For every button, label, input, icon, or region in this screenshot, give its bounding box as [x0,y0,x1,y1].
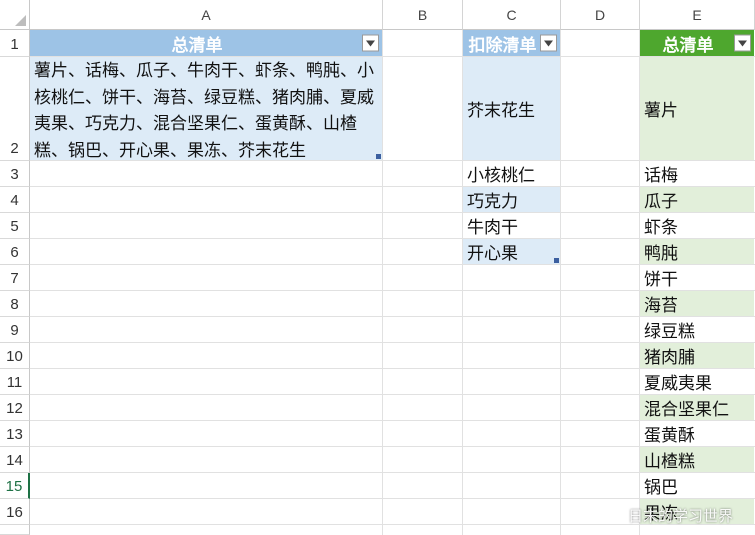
row-header-6[interactable]: 6 [0,239,30,265]
result-list-item[interactable]: 饼干 [640,265,754,290]
row-header-12[interactable]: 12 [0,395,30,421]
row-header-13[interactable]: 13 [0,421,30,447]
row-header-15[interactable]: 15 [0,473,30,499]
deduct-list-item[interactable]: 牛肉干 [463,213,560,238]
row-header-8[interactable]: 8 [0,291,30,317]
deduct-list-header-cell[interactable]: 扣除清单 [463,30,560,56]
result-list-item[interactable]: 锅巴 [640,473,754,498]
result-list-item[interactable]: 山楂糕 [640,447,754,472]
column-header-c[interactable]: C [463,0,561,30]
result-list-item[interactable]: 瓜子 [640,187,754,212]
total-list-content-cell[interactable]: 薯片、话梅、瓜子、牛肉干、虾条、鸭肫、小核桃仁、饼干、海苔、绿豆糕、猪肉脯、夏威… [30,57,382,160]
filter-dropdown-icon[interactable] [362,34,379,52]
result-list-item[interactable]: 虾条 [640,213,754,238]
filter-dropdown-icon[interactable] [540,34,557,52]
result-list-header-label: 总清单 [662,35,714,56]
column-header-d[interactable]: D [561,0,640,30]
deduct-list-item[interactable]: 巧克力 [463,187,560,212]
table-resize-handle-icon[interactable] [554,258,559,263]
gridline-vertical [382,30,383,535]
select-all-triangle-icon [15,15,26,26]
gridline-vertical [560,30,561,535]
row-header-3[interactable]: 3 [0,161,30,187]
row-header-4[interactable]: 4 [0,187,30,213]
row-header-2[interactable]: 2 [0,57,30,161]
row-header-1[interactable]: 1 [0,30,30,57]
column-header-e[interactable]: E [640,0,755,30]
filter-dropdown-icon[interactable] [734,34,751,52]
row-header-16[interactable]: 16 [0,499,30,525]
table-resize-handle-icon[interactable] [376,154,381,159]
deduct-list-item[interactable]: 芥末花生 [463,57,560,160]
result-list-item[interactable]: 海苔 [640,291,754,316]
row-header-7[interactable]: 7 [0,265,30,291]
select-all-corner[interactable] [0,0,30,30]
row-header-14[interactable]: 14 [0,447,30,473]
result-list-item[interactable]: 话梅 [640,161,754,186]
column-header-a[interactable]: A [30,0,383,30]
result-list-item[interactable]: 猪肉脯 [640,343,754,368]
column-header-b[interactable]: B [383,0,463,30]
row-header-5[interactable]: 5 [0,213,30,239]
row-header-partial [0,525,30,535]
result-list-item[interactable]: 薯片 [640,57,754,160]
total-list-header-label: 总清单 [171,35,223,56]
row-header-11[interactable]: 11 [0,369,30,395]
result-list-header-cell[interactable]: 总清单 [640,30,754,56]
result-list-item[interactable]: 夏威夷果 [640,369,754,394]
result-list-item[interactable]: 混合坚果仁 [640,395,754,420]
deduct-list-header-label: 扣除清单 [468,35,537,56]
result-list-item[interactable]: 鸭肫 [640,239,754,264]
deduct-list-item[interactable]: 小核桃仁 [463,161,560,186]
row-header-10[interactable]: 10 [0,343,30,369]
result-list-item[interactable]: 绿豆糕 [640,317,754,342]
row-header-9[interactable]: 9 [0,317,30,343]
watermark: 日末的学习世界 [628,507,734,525]
result-list-item[interactable]: 蛋黄酥 [640,421,754,446]
total-list-header-cell[interactable]: 总清单 [30,30,382,56]
deduct-list-item[interactable]: 开心果 [463,239,560,264]
spreadsheet: ABCDE 1 2 3 4 5 6 7 8 9 10 11 12 13 14 15 16 总清单 薯片、话梅、瓜… [0,0,755,535]
